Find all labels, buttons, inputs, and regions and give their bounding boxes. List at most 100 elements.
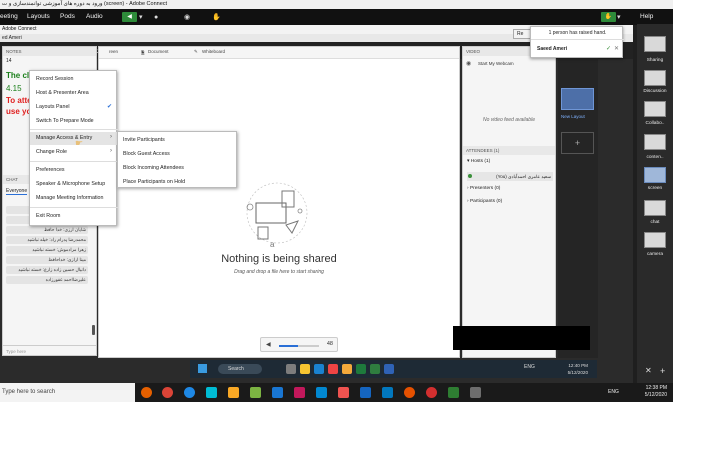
sidebar-label-screen[interactable]: screen	[637, 186, 673, 191]
sidebar-thumb-discussion[interactable]	[644, 70, 666, 86]
edge-icon[interactable]	[184, 387, 195, 398]
sidebar-thumb-chat[interactable]	[644, 200, 666, 216]
sidebar-label-sharing[interactable]: Sharing	[637, 58, 673, 63]
mail-icon[interactable]	[360, 387, 371, 398]
microphone-icon[interactable]: ●	[154, 13, 158, 22]
sidebar-thumb-screen[interactable]	[644, 167, 666, 183]
presenters-label: Presenters (0)	[469, 186, 501, 191]
font-size-select[interactable]: 14	[6, 58, 12, 64]
menu-layouts[interactable]: Layouts	[27, 9, 50, 25]
add-icon[interactable]: +	[660, 366, 665, 376]
menu-audio[interactable]: Audio	[86, 9, 103, 25]
app-icon[interactable]	[382, 387, 393, 398]
inner-lang[interactable]: ENG	[524, 364, 535, 370]
folder-icon[interactable]	[300, 364, 310, 374]
menu-item-manage-meeting-info[interactable]: Manage Meeting Information	[36, 195, 103, 201]
app-icon[interactable]	[328, 364, 338, 374]
menu-item-manage-access-entry[interactable]: Manage Access & Entry	[36, 135, 92, 141]
chat-input[interactable]: Type here	[3, 345, 96, 356]
layout-thumbnail[interactable]	[561, 88, 594, 110]
hand-cursor-icon: ☛	[75, 138, 84, 148]
excel-icon[interactable]	[448, 387, 459, 398]
chat-tab-everyone[interactable]: Everyone	[6, 188, 28, 195]
app-icon[interactable]	[470, 387, 481, 398]
app-icon[interactable]	[404, 387, 415, 398]
submenu-item-block-incoming[interactable]: Block Incoming Attendees	[123, 165, 184, 171]
app-icon[interactable]	[342, 364, 352, 374]
app-icon[interactable]	[384, 364, 394, 374]
menu-help[interactable]: Help	[640, 9, 653, 25]
chat-scrollbar[interactable]	[92, 325, 95, 335]
submenu-item-place-on-hold[interactable]: Place Participants on Hold	[123, 179, 185, 185]
menu-pods[interactable]: Pods	[60, 9, 75, 25]
sidebar-label-discussion[interactable]: Discussion	[637, 89, 673, 94]
app-icon[interactable]	[286, 364, 296, 374]
speaker-icon[interactable]: ◀	[122, 12, 137, 22]
excel-icon[interactable]	[356, 364, 366, 374]
menu-item-layouts-panel[interactable]: Layouts Panel	[36, 104, 70, 110]
sidebar-thumb-content[interactable]	[644, 134, 666, 150]
app-icon[interactable]	[426, 387, 437, 398]
windows-start-icon[interactable]	[198, 364, 207, 373]
raised-hand-status-icon[interactable]: ✋	[601, 12, 616, 22]
sidebar-thumb-camera[interactable]	[644, 232, 666, 248]
folder-icon[interactable]	[228, 387, 239, 398]
powerpoint-icon[interactable]	[294, 387, 305, 398]
submenu-item-block-guest-access[interactable]: Block Guest Access	[123, 151, 170, 157]
close-icon[interactable]: ✕	[614, 45, 619, 52]
menu-meeting[interactable]: eeting	[0, 9, 18, 25]
sidebar-label-chat[interactable]: chat	[637, 220, 673, 225]
attendee-row[interactable]: سعید عامری احمدآبادی (You)	[467, 172, 553, 181]
raise-hand-icon[interactable]: ✋	[212, 13, 221, 22]
inner-taskbar: Search ENG 12:40 PM 5/12/2020	[190, 360, 597, 378]
sidebar-label-camera[interactable]: camera	[637, 252, 673, 257]
inner-clock[interactable]: 12:40 PM 5/12/2020	[558, 362, 588, 376]
inner-search-box[interactable]: Search	[218, 364, 262, 374]
sidebar-label-collaboration[interactable]: Collabo..	[637, 121, 673, 126]
chrome-icon[interactable]	[162, 387, 173, 398]
share-whiteboard-option[interactable]: Whiteboard	[202, 49, 225, 54]
edge-icon[interactable]	[314, 364, 324, 374]
accept-icon[interactable]: ✓	[606, 45, 611, 52]
layout-label[interactable]: New Layout	[561, 114, 585, 119]
redacted-area	[453, 326, 590, 350]
webcam-icon[interactable]: ◉	[184, 13, 190, 22]
share-screen-option[interactable]: reen	[109, 49, 118, 54]
system-clock[interactable]: 12:38 PM 5/12/2020	[627, 385, 667, 399]
menu-item-speaker-mic-setup[interactable]: Speaker & Microphone Setup	[36, 181, 105, 187]
add-layout-button[interactable]: +	[561, 132, 594, 154]
app-icon[interactable]	[338, 387, 349, 398]
svg-text:a: a	[270, 240, 275, 249]
chevron-down-icon[interactable]: ▾	[139, 13, 143, 22]
app-icon[interactable]	[250, 387, 261, 398]
firefox-icon[interactable]	[141, 387, 152, 398]
sidebar-thumb-sharing[interactable]	[644, 36, 666, 52]
menu-item-host-presenter-area[interactable]: Host & Presenter Area	[36, 90, 89, 96]
tools-icon[interactable]: ✕	[645, 366, 652, 375]
start-webcam-button[interactable]: Start My Webcam	[478, 61, 514, 66]
menu-item-record-session[interactable]: Record Session	[36, 76, 73, 82]
share-document-option[interactable]: Document	[148, 49, 169, 54]
menu-item-switch-prepare-mode[interactable]: Switch To Prepare Mode	[36, 118, 94, 124]
volume-control[interactable]: ◀ 48	[260, 337, 338, 352]
participants-group[interactable]: › Participants (0)	[467, 199, 502, 204]
menu-item-change-role[interactable]: Change Role	[36, 149, 67, 155]
app-icon[interactable]	[206, 387, 217, 398]
menu-item-exit-room[interactable]: Exit Room	[36, 213, 60, 219]
word-icon[interactable]	[272, 387, 283, 398]
volume-slider[interactable]	[279, 345, 319, 347]
excel-icon[interactable]	[370, 364, 380, 374]
chevron-down-icon[interactable]: ▾	[617, 13, 621, 22]
language-indicator[interactable]: ENG	[608, 389, 619, 395]
menu-item-preferences[interactable]: Preferences	[36, 167, 65, 173]
taskbar-search-box[interactable]: Type here to search	[0, 383, 135, 402]
sidebar-label-content[interactable]: conten..	[637, 155, 673, 160]
presenters-group[interactable]: › Presenters (0)	[467, 186, 500, 191]
app-icon[interactable]	[316, 387, 327, 398]
share-toolbar: reen 🗎 Document ✎ Whiteboard	[99, 47, 459, 59]
chevron-right-icon: ›	[110, 148, 112, 154]
hosts-group[interactable]: ▾ Hosts (1)	[467, 159, 490, 164]
submenu-item-invite-participants[interactable]: Invite Participants	[123, 137, 165, 143]
menu-divider	[30, 129, 118, 130]
sidebar-thumb-collaboration[interactable]	[644, 101, 666, 117]
